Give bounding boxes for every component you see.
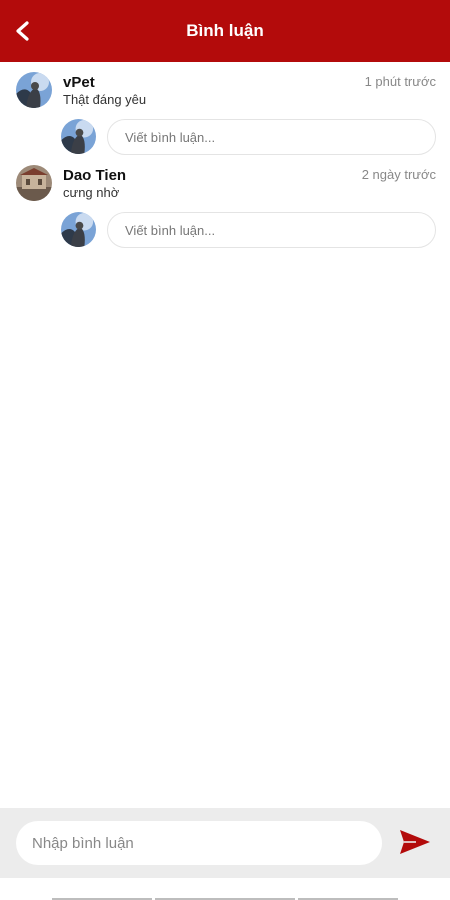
comment-input[interactable] <box>16 821 382 865</box>
comment-author[interactable]: vPet <box>63 74 95 91</box>
comment-author[interactable]: Dao Tien <box>63 167 126 184</box>
send-button[interactable] <box>398 828 434 858</box>
reply-input[interactable] <box>107 119 436 155</box>
system-nav-bar <box>0 878 450 900</box>
reply-input[interactable] <box>107 212 436 248</box>
avatar <box>61 212 96 247</box>
comment-item: vPet 1 phút trước Thật đáng yêu <box>0 62 450 162</box>
comment-text: Thật đáng yêu <box>63 92 147 107</box>
comment-composer <box>0 808 450 878</box>
comment-item: Dao Tien 2 ngày trước cưng nhờ <box>0 155 450 255</box>
send-icon <box>400 830 430 854</box>
avatar[interactable] <box>16 72 52 108</box>
app-header: Bình luận <box>0 0 450 62</box>
comment-time: 1 phút trước <box>364 74 436 89</box>
page-title: Bình luận <box>186 21 264 40</box>
comment-text: cưng nhờ <box>63 185 120 200</box>
back-button[interactable] <box>8 16 38 46</box>
chevron-left-icon <box>16 21 29 41</box>
avatar <box>61 119 96 154</box>
comment-time: 2 ngày trước <box>361 167 436 182</box>
avatar[interactable] <box>16 165 52 201</box>
